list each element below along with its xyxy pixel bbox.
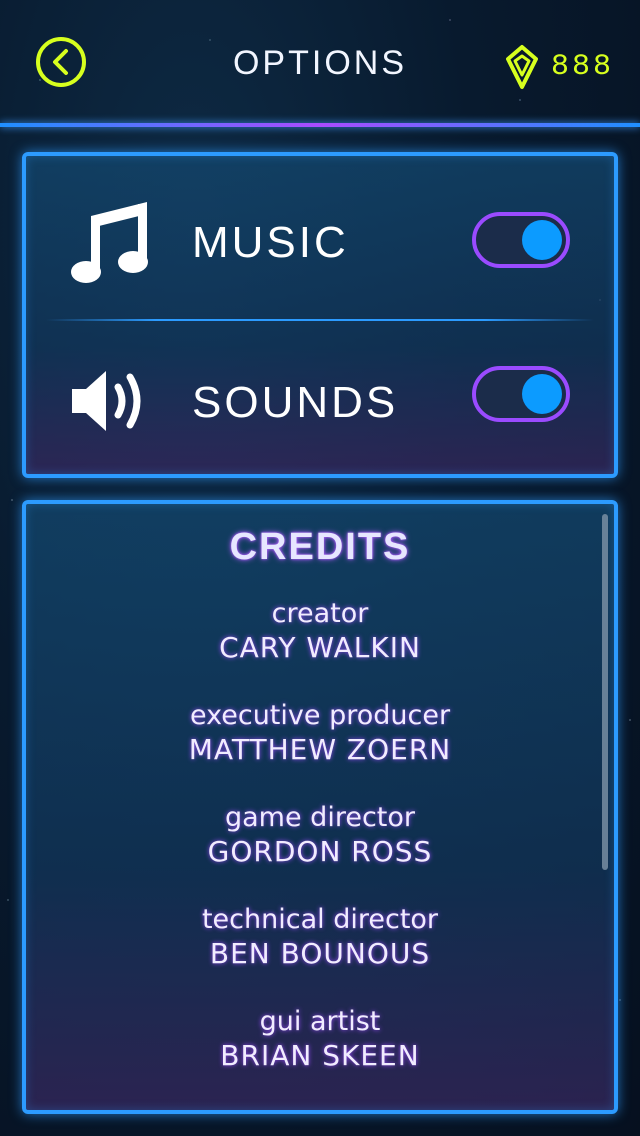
header: OPTIONS 888: [0, 0, 640, 126]
music-label: MUSIC: [192, 218, 349, 267]
music-row: MUSIC: [26, 162, 614, 312]
credit-role: gui artist: [259, 1006, 381, 1037]
credit-entry: gui artist BRIAN SKEEN: [26, 1006, 614, 1072]
toggle-knob: [522, 374, 562, 414]
settings-divider: [46, 319, 594, 321]
settings-panel: MUSIC SOUNDS: [22, 152, 618, 478]
gem-icon: [505, 45, 538, 89]
currency-display: 888: [505, 44, 614, 90]
credits-title: CREDITS: [229, 526, 411, 568]
credit-role: executive producer: [189, 700, 451, 731]
credit-entry: technical director BEN BOUNOUS: [26, 904, 614, 970]
music-note-icon: [68, 198, 154, 284]
toggle-knob: [522, 220, 562, 260]
credit-entry: executive producer MATTHEW ZOERN: [26, 700, 614, 766]
header-divider: [0, 123, 640, 127]
sounds-row: SOUNDS: [26, 322, 614, 472]
credit-name: MATTHEW ZOERN: [188, 733, 452, 766]
credits-panel[interactable]: CREDITS creator CARY WALKIN executive pr…: [22, 500, 618, 1114]
credit-role: creator: [271, 598, 369, 629]
credit-entry: creator CARY WALKIN: [26, 598, 614, 664]
credits-scrollbar[interactable]: [602, 514, 608, 870]
credit-name: CARY WALKIN: [219, 631, 421, 664]
credit-entry: game director GORDON ROSS: [26, 802, 614, 868]
speaker-icon: [68, 358, 154, 444]
credit-name: BEN BOUNOUS: [209, 937, 431, 970]
sounds-label: SOUNDS: [192, 378, 399, 427]
sounds-toggle[interactable]: [472, 366, 570, 422]
credit-role: game director: [225, 802, 415, 833]
currency-value: 888: [550, 50, 614, 84]
credit-name: GORDON ROSS: [207, 835, 433, 868]
credit-name: BRIAN SKEEN: [220, 1039, 420, 1072]
credit-role: technical director: [201, 904, 439, 935]
music-toggle[interactable]: [472, 212, 570, 268]
